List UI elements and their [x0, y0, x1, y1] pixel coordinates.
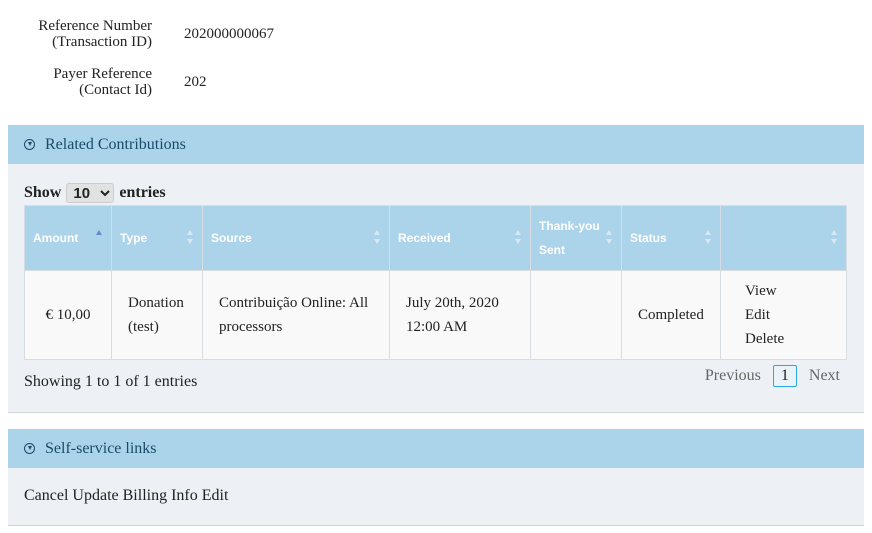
sort-icon	[831, 230, 838, 244]
page-size-select[interactable]: 10	[66, 183, 115, 203]
cell-amount: € 10,00	[24, 270, 112, 360]
cell-type: Donation (test)	[111, 270, 203, 360]
related-contributions-title: Related Contributions	[45, 135, 186, 153]
payer-reference-label: Payer Reference (Contact Id)	[0, 66, 152, 98]
column-header-status[interactable]: Status	[621, 205, 721, 271]
reference-label-line1: Reference Number	[38, 18, 152, 34]
column-header-label: Thank-you Sent	[539, 219, 600, 257]
table-header-row: Amount Type Source Received Thank-you Se…	[24, 205, 847, 271]
collapse-circle-icon	[24, 139, 35, 150]
table-row: € 10,00 Donation (test) Contribuição Onl…	[24, 270, 847, 360]
self-service-links: Cancel Update Billing Info Edit	[24, 487, 228, 505]
related-contributions-header[interactable]: Related Contributions	[8, 125, 864, 164]
previous-page-button[interactable]: Previous	[705, 367, 761, 385]
self-service-section: Self-service links Cancel Update Billing…	[8, 429, 864, 526]
reference-number-label: Reference Number (Transaction ID)	[0, 18, 152, 50]
entries-label: entries	[119, 184, 166, 201]
column-header-label: Amount	[33, 231, 79, 245]
cell-received: July 20th, 2020 12:00 AM	[389, 270, 531, 360]
sort-ascending-icon	[96, 230, 103, 244]
edit-link[interactable]: Edit	[745, 303, 830, 327]
column-header-received[interactable]: Received	[389, 205, 531, 271]
sort-icon	[374, 230, 381, 244]
payer-label-line1: Payer Reference	[53, 66, 152, 82]
column-header-label: Received	[398, 231, 451, 245]
payer-reference-value: 202	[184, 74, 207, 90]
column-header-thankyou-sent[interactable]: Thank-you Sent	[530, 205, 622, 271]
column-header-source[interactable]: Source	[202, 205, 390, 271]
column-header-label: Status	[630, 231, 667, 245]
update-billing-link[interactable]: Update Billing Info	[72, 487, 197, 504]
cell-source: Contribuição Online: All processors	[202, 270, 390, 360]
self-service-title: Self-service links	[45, 439, 157, 457]
sort-icon	[515, 230, 522, 244]
column-header-label: Source	[211, 231, 252, 245]
table-info-text: Showing 1 to 1 of 1 entries	[24, 373, 198, 390]
sort-icon	[187, 230, 194, 244]
column-header-actions[interactable]	[720, 205, 847, 271]
pagination: Previous 1 Next	[705, 365, 840, 387]
reference-number-value: 202000000067	[184, 26, 274, 42]
cell-thankyou-sent	[530, 270, 622, 360]
page-number-button[interactable]: 1	[772, 365, 797, 387]
edit-link[interactable]: Edit	[202, 487, 229, 504]
delete-link[interactable]: Delete	[745, 327, 830, 351]
sort-icon	[606, 230, 613, 244]
column-header-amount[interactable]: Amount	[24, 205, 112, 271]
view-link[interactable]: View	[745, 279, 830, 303]
contributions-table: Amount Type Source Received Thank-you Se…	[24, 205, 847, 360]
self-service-header[interactable]: Self-service links	[8, 429, 864, 468]
show-entries-control: Show 10 entries	[24, 183, 166, 203]
next-page-button[interactable]: Next	[809, 367, 840, 385]
sort-icon	[705, 230, 712, 244]
cell-status: Completed	[621, 270, 721, 360]
reference-label-line2: (Transaction ID)	[52, 34, 152, 50]
cell-actions: View Edit Delete	[720, 270, 847, 360]
show-label: Show	[24, 184, 62, 201]
collapse-circle-icon	[24, 443, 35, 454]
cancel-link[interactable]: Cancel	[24, 487, 68, 504]
related-contributions-section: Related Contributions Show 10 entries Am…	[8, 125, 864, 413]
column-header-type[interactable]: Type	[111, 205, 203, 271]
column-header-label: Type	[120, 231, 148, 245]
payer-label-line2: (Contact Id)	[79, 82, 152, 98]
